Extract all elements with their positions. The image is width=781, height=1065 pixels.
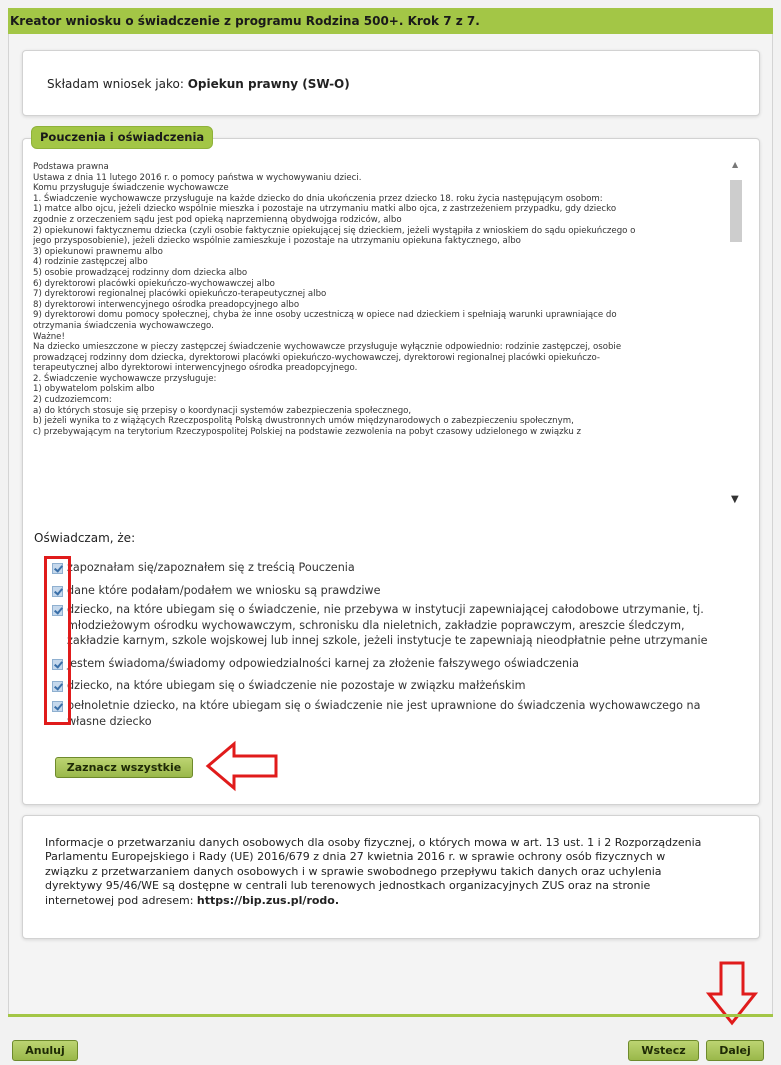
instructions-line: 1) obywatelom polskim albo <box>33 384 155 395</box>
instructions-line: Na dziecko umieszczone w pieczy zastępcz… <box>33 342 622 353</box>
instructions-line: 8) dyrektorowi interwencyjnego ośrodka p… <box>33 299 300 310</box>
privacy-panel: Informacje o przetwarzaniu danych osobow… <box>22 815 760 939</box>
instructions-line: 5) osobie prowadzącej rodzinny dom dziec… <box>33 267 248 278</box>
back-button[interactable]: Wstecz <box>628 1040 699 1061</box>
instructions-line: Komu przysługuje świadczenie wychowawcze <box>33 183 229 194</box>
instructions-line: otrzymania świadczenia wychowawczego. <box>33 320 214 331</box>
declaration-label: pełnoletnie dziecko, na które ubiegam si… <box>67 699 701 728</box>
instructions-scrollbar[interactable]: ▲ ▼ <box>728 158 744 514</box>
instructions-text[interactable]: Podstawa prawna Ustawa z dnia 11 lutego … <box>33 162 723 514</box>
footer-divider <box>8 1014 773 1017</box>
applicant-prefix: Składam wniosek jako: <box>47 77 184 91</box>
declaration-item[interactable]: dane które podałam/podałem we wniosku są… <box>52 583 742 599</box>
instructions-line: 1. Świadczenie wychowawcze przysługuje n… <box>33 193 603 204</box>
instructions-line: prowadzącej rodzinny dom dziecka, dyrekt… <box>33 352 601 363</box>
instructions-line: a) do których stosuje się przepisy o koo… <box>33 405 412 416</box>
scroll-thumb[interactable] <box>730 180 742 242</box>
scroll-down-icon[interactable]: ▼ <box>731 494 739 505</box>
red-arrow-icon <box>205 740 278 792</box>
applicant-panel: Składam wniosek jako: Opiekun prawny (SW… <box>22 50 760 116</box>
instructions-line: c) przebywającym na terytorium Rzeczypos… <box>33 426 582 437</box>
declarations-heading: Oświadczam, że: <box>34 531 136 545</box>
instructions-line: 4) rodzinie zastępczej albo <box>33 257 148 268</box>
declaration-label: zapoznałam się/zapoznałem się z treścią … <box>67 561 355 574</box>
declaration-item[interactable]: pełnoletnie dziecko, na które ubiegam si… <box>52 698 742 729</box>
declaration-item[interactable]: zapoznałam się/zapoznałem się z treścią … <box>52 560 742 576</box>
instructions-line: Podstawa prawna <box>33 162 109 172</box>
instructions-line: Ustawa z dnia 11 lutego 2016 r. o pomocy… <box>33 172 362 183</box>
instructions-line: terapeutycznej albo dyrektorowi interwen… <box>33 363 358 374</box>
cancel-button[interactable]: Anuluj <box>12 1040 78 1061</box>
instructions-line: 6) dyrektorowi placówki opiekuńczo-wycho… <box>33 278 275 289</box>
instructions-line: 9) dyrektorowi domu pomocy społecznej, c… <box>33 310 617 321</box>
checkbox-highlight-annotation <box>44 556 71 725</box>
instructions-line: 2. Świadczenie wychowawcze przysługuje: <box>33 373 217 384</box>
next-button[interactable]: Dalej <box>706 1040 764 1061</box>
instructions-line: 7) dyrektorowi regionalnej placówki opie… <box>33 289 327 300</box>
declaration-label: dziecko, na które ubiegam się o świadcze… <box>67 603 708 647</box>
declaration-label: dziecko, na które ubiegam się o świadcze… <box>67 679 526 692</box>
applicant-text: Składam wniosek jako: Opiekun prawny (SW… <box>47 77 350 91</box>
instructions-line: 3) opiekunowi prawnemu albo <box>33 246 163 257</box>
applicant-role: Opiekun prawny (SW-O) <box>187 77 350 91</box>
instructions-line: jego przysposobienie), jeżeli dziecko ws… <box>33 236 521 247</box>
wizard-title: Kreator wniosku o świadczenie z programu… <box>8 8 773 34</box>
privacy-link[interactable]: https://bip.zus.pl/rodo. <box>197 894 339 907</box>
select-all-button[interactable]: Zaznacz wszystkie <box>55 757 193 778</box>
instructions-line: 2) opiekunowi faktycznemu dziecka (czyli… <box>33 225 636 236</box>
instructions-line: zgodnie z orzeczeniem sądu jest pod opie… <box>33 214 402 225</box>
section-title: Pouczenia i oświadczenia <box>31 126 214 149</box>
declaration-label: jestem świadoma/świadomy odpowiedzialnoś… <box>67 657 580 670</box>
instructions-line: 2) cudzoziemcom: <box>33 395 112 406</box>
instructions-line: Ważne! <box>33 331 65 342</box>
declaration-item[interactable]: dziecko, na które ubiegam się o świadcze… <box>52 678 742 694</box>
declaration-label: dane które podałam/podałem we wniosku są… <box>67 584 381 597</box>
instructions-line: 1) matce albo ojcu, jeżeli dziecko wspól… <box>33 204 617 215</box>
privacy-text: Informacje o przetwarzaniu danych osobow… <box>45 836 702 907</box>
declaration-item[interactable]: jestem świadoma/świadomy odpowiedzialnoś… <box>52 656 742 672</box>
instructions-line: b) jeżeli wynika to z wiążących Rzeczpos… <box>33 416 574 427</box>
scroll-up-icon[interactable]: ▲ <box>732 160 738 169</box>
declaration-item[interactable]: dziecko, na które ubiegam się o świadcze… <box>52 602 742 649</box>
